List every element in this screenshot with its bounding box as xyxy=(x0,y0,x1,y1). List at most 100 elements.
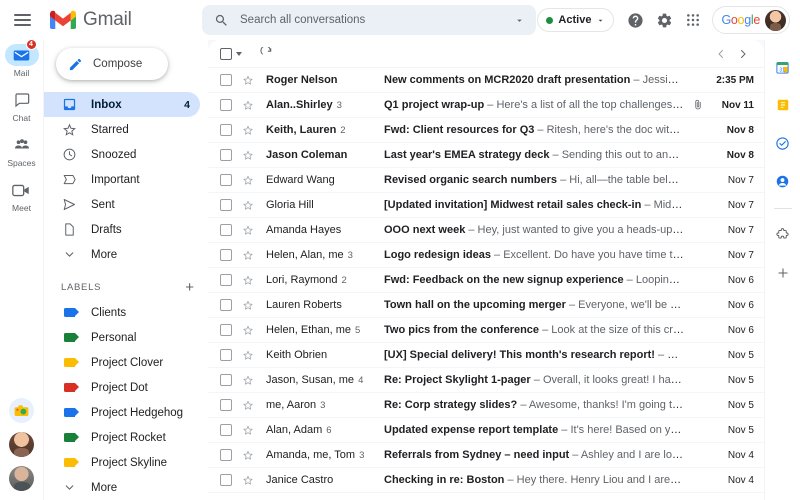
row-star-button[interactable] xyxy=(242,324,258,336)
select-all-checkbox[interactable] xyxy=(220,48,232,60)
row-checkbox[interactable] xyxy=(220,99,232,111)
email-row[interactable]: Keith, Lauren2Fwd: Client resources for … xyxy=(208,118,764,143)
row-star-button[interactable] xyxy=(242,124,258,136)
sidebar-item-label-personal[interactable]: Personal xyxy=(44,325,200,350)
sidebar-item-label-project-hedgehog[interactable]: Project Hedgehog xyxy=(44,400,200,425)
sidebar-item-label-project-skyline[interactable]: Project Skyline xyxy=(44,450,200,475)
row-checkbox[interactable] xyxy=(220,474,232,486)
account-button[interactable]: Google xyxy=(712,6,790,34)
row-star-button[interactable] xyxy=(242,199,258,211)
email-row[interactable]: me, Aaron3Re: Corp strategy slides? – Aw… xyxy=(208,393,764,418)
row-checkbox[interactable] xyxy=(220,274,232,286)
row-checkbox[interactable] xyxy=(220,124,232,136)
search-options-button[interactable] xyxy=(510,11,528,29)
email-row[interactable]: Janice CastroChecking in re: Boston – He… xyxy=(208,468,764,493)
row-checkbox[interactable] xyxy=(220,374,232,386)
row-star-button[interactable] xyxy=(242,374,258,386)
row-checkbox[interactable] xyxy=(220,324,232,336)
row-checkbox[interactable] xyxy=(220,299,232,311)
camera-avatar[interactable] xyxy=(9,398,34,423)
email-row[interactable]: Roger NelsonNew comments on MCR2020 draf… xyxy=(208,68,764,93)
row-checkbox[interactable] xyxy=(220,424,232,436)
email-row[interactable]: Helen, Alan, me3Logo redesign ideas – Ex… xyxy=(208,243,764,268)
tasks-button[interactable] xyxy=(770,130,796,156)
rail-item-meet[interactable]: Meet xyxy=(0,179,44,213)
search-input[interactable] xyxy=(229,14,510,26)
row-checkbox[interactable] xyxy=(220,149,232,161)
email-row[interactable]: Alan, Adam6Updated expense report templa… xyxy=(208,418,764,443)
email-row[interactable]: Jason, Susan, me4Re: Project Skylight 1-… xyxy=(208,368,764,393)
sidebar-item-inbox[interactable]: Inbox 4 xyxy=(44,92,200,117)
email-row[interactable]: Lori, Raymond2Fwd: Feedback on the new s… xyxy=(208,268,764,293)
row-star-button[interactable] xyxy=(242,224,258,236)
calendar-button[interactable]: 31 xyxy=(770,54,796,80)
email-row[interactable]: Alan..Shirley3Q1 project wrap-up – Here'… xyxy=(208,93,764,118)
contacts-button[interactable] xyxy=(770,168,796,194)
search-box[interactable] xyxy=(202,5,536,35)
help-button[interactable] xyxy=(621,6,649,34)
row-star-button[interactable] xyxy=(242,174,258,186)
keep-button[interactable] xyxy=(770,92,796,118)
row-checkbox[interactable] xyxy=(220,174,232,186)
label-tag-icon xyxy=(61,355,77,371)
row-star-button[interactable] xyxy=(242,74,258,86)
sidebar-item-labels-more[interactable]: More xyxy=(44,475,200,500)
sidebar-item-starred[interactable]: Starred xyxy=(44,117,200,142)
row-star-button[interactable] xyxy=(242,99,258,111)
compose-button[interactable]: Compose xyxy=(56,48,168,80)
row-star-button[interactable] xyxy=(242,149,258,161)
labels-more-label: More xyxy=(91,482,200,494)
plus-icon[interactable]: + xyxy=(185,280,194,295)
row-checkbox[interactable] xyxy=(220,399,232,411)
rail-item-spaces[interactable]: Spaces xyxy=(0,134,44,168)
gmail-logo[interactable]: Gmail xyxy=(44,9,194,31)
row-star-button[interactable] xyxy=(242,274,258,286)
row-checkbox[interactable] xyxy=(220,349,232,361)
status-button[interactable]: Active xyxy=(537,8,614,32)
settings-button[interactable] xyxy=(650,6,678,34)
sidebar-item-important[interactable]: Important xyxy=(44,167,200,192)
main-menu-button[interactable] xyxy=(0,0,44,40)
email-row[interactable]: Helen, Ethan, me5Two pics from the confe… xyxy=(208,318,764,343)
row-star-button[interactable] xyxy=(242,299,258,311)
refresh-button[interactable] xyxy=(256,43,278,65)
email-row[interactable]: Lauren RobertsTown hall on the upcoming … xyxy=(208,293,764,318)
sidebar-item-snoozed[interactable]: Snoozed xyxy=(44,142,200,167)
rail-item-mail[interactable]: 4 Mail xyxy=(0,44,44,78)
apps-grid-icon xyxy=(685,12,701,28)
row-star-button[interactable] xyxy=(242,474,258,486)
previous-page-button[interactable] xyxy=(710,43,732,65)
addons-button[interactable] xyxy=(770,222,796,248)
email-row[interactable]: Edward WangRevised organic search number… xyxy=(208,168,764,193)
next-page-button[interactable] xyxy=(732,43,754,65)
row-star-button[interactable] xyxy=(242,424,258,436)
row-star-button[interactable] xyxy=(242,349,258,361)
row-star-button[interactable] xyxy=(242,399,258,411)
email-row[interactable]: Amanda, me, Tom3Referrals from Sydney – … xyxy=(208,443,764,468)
row-checkbox[interactable] xyxy=(220,74,232,86)
row-star-button[interactable] xyxy=(242,249,258,261)
email-row[interactable]: Gloria Hill[Updated invitation] Midwest … xyxy=(208,193,764,218)
sidebar-item-more[interactable]: More xyxy=(44,242,200,267)
sidebar-item-label-project-rocket[interactable]: Project Rocket xyxy=(44,425,200,450)
email-row[interactable]: Jason ColemanLast year's EMEA strategy d… xyxy=(208,143,764,168)
rail-item-chat[interactable]: Chat xyxy=(0,89,44,123)
contact-avatar-2[interactable] xyxy=(9,466,34,491)
row-star-button[interactable] xyxy=(242,449,258,461)
sidebar-item-drafts[interactable]: Drafts xyxy=(44,217,200,242)
sidebar-item-label-project-clover[interactable]: Project Clover xyxy=(44,350,200,375)
sidebar-item-label-project-dot[interactable]: Project Dot xyxy=(44,375,200,400)
contact-avatar-1[interactable] xyxy=(9,432,34,457)
email-row[interactable]: Keith Obrien[UX] Special delivery! This … xyxy=(208,343,764,368)
add-panel-button[interactable] xyxy=(770,260,796,286)
sidebar-item-label-clients[interactable]: Clients xyxy=(44,300,200,325)
row-checkbox[interactable] xyxy=(220,249,232,261)
row-checkbox[interactable] xyxy=(220,199,232,211)
sidebar-item-sent[interactable]: Sent xyxy=(44,192,200,217)
email-row[interactable]: Amanda HayesOOO next week – Hey, just wa… xyxy=(208,218,764,243)
star-icon xyxy=(242,224,254,236)
row-checkbox[interactable] xyxy=(220,449,232,461)
google-apps-button[interactable] xyxy=(679,6,707,34)
row-checkbox[interactable] xyxy=(220,224,232,236)
chevron-down-icon[interactable] xyxy=(236,52,242,56)
